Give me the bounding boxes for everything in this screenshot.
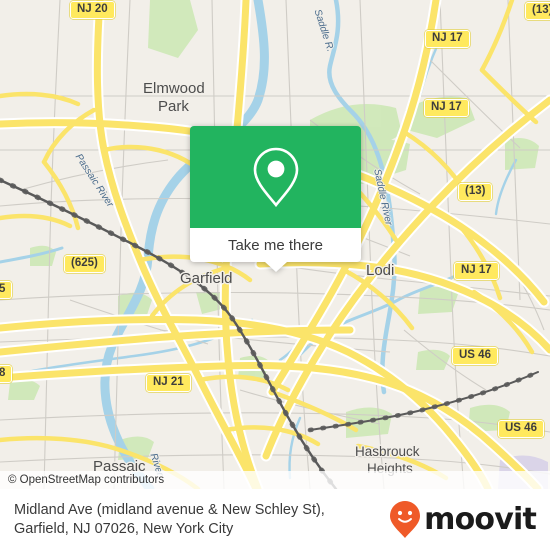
location-callout[interactable]: Take me there	[190, 126, 361, 272]
take-me-there-label: Take me there	[227, 236, 324, 254]
highway-shield-nj-20[interactable]: NJ 20	[70, 1, 115, 19]
callout-header	[190, 126, 361, 228]
map-pin-icon	[253, 147, 298, 208]
highway-shield-nj-17[interactable]: NJ 17	[425, 30, 470, 48]
address-text: Midland Ave (midland avenue & New Schley…	[14, 501, 325, 539]
take-me-there-button[interactable]: Take me there	[190, 228, 361, 262]
map-screenshot: Elmwood Park Garfield Lodi Passaic Hasbr…	[0, 0, 550, 550]
highway-shield-us-46[interactable]: US 46	[452, 347, 498, 365]
moovit-smiley-pin-icon	[390, 500, 421, 538]
highway-shield-edge[interactable]: 5	[0, 281, 13, 299]
highway-shield-edge[interactable]: 8	[0, 365, 13, 383]
highway-shield-nj-17[interactable]: NJ 17	[454, 262, 499, 280]
highway-shield-us-46[interactable]: US 46	[498, 420, 544, 438]
footer-bar: Midland Ave (midland avenue & New Schley…	[0, 489, 550, 550]
address-line-1: Midland Ave (midland avenue & New Schley…	[14, 501, 325, 518]
callout-pointer-tail	[264, 262, 287, 272]
highway-shield-13[interactable]: (13)	[458, 183, 493, 201]
highway-shield-625[interactable]: (625)	[64, 255, 105, 273]
moovit-logo[interactable]: moovit	[389, 500, 537, 540]
osm-attribution: © OpenStreetMap contributors	[0, 471, 550, 489]
highway-shield-13[interactable]: (13)	[525, 2, 550, 20]
moovit-wordmark: moovit	[424, 502, 537, 537]
address-line-2: Garfield, NJ 07026, New York City	[14, 520, 234, 537]
highway-shield-nj-17[interactable]: NJ 17	[424, 99, 469, 117]
highway-shield-nj-21[interactable]: NJ 21	[146, 374, 191, 392]
